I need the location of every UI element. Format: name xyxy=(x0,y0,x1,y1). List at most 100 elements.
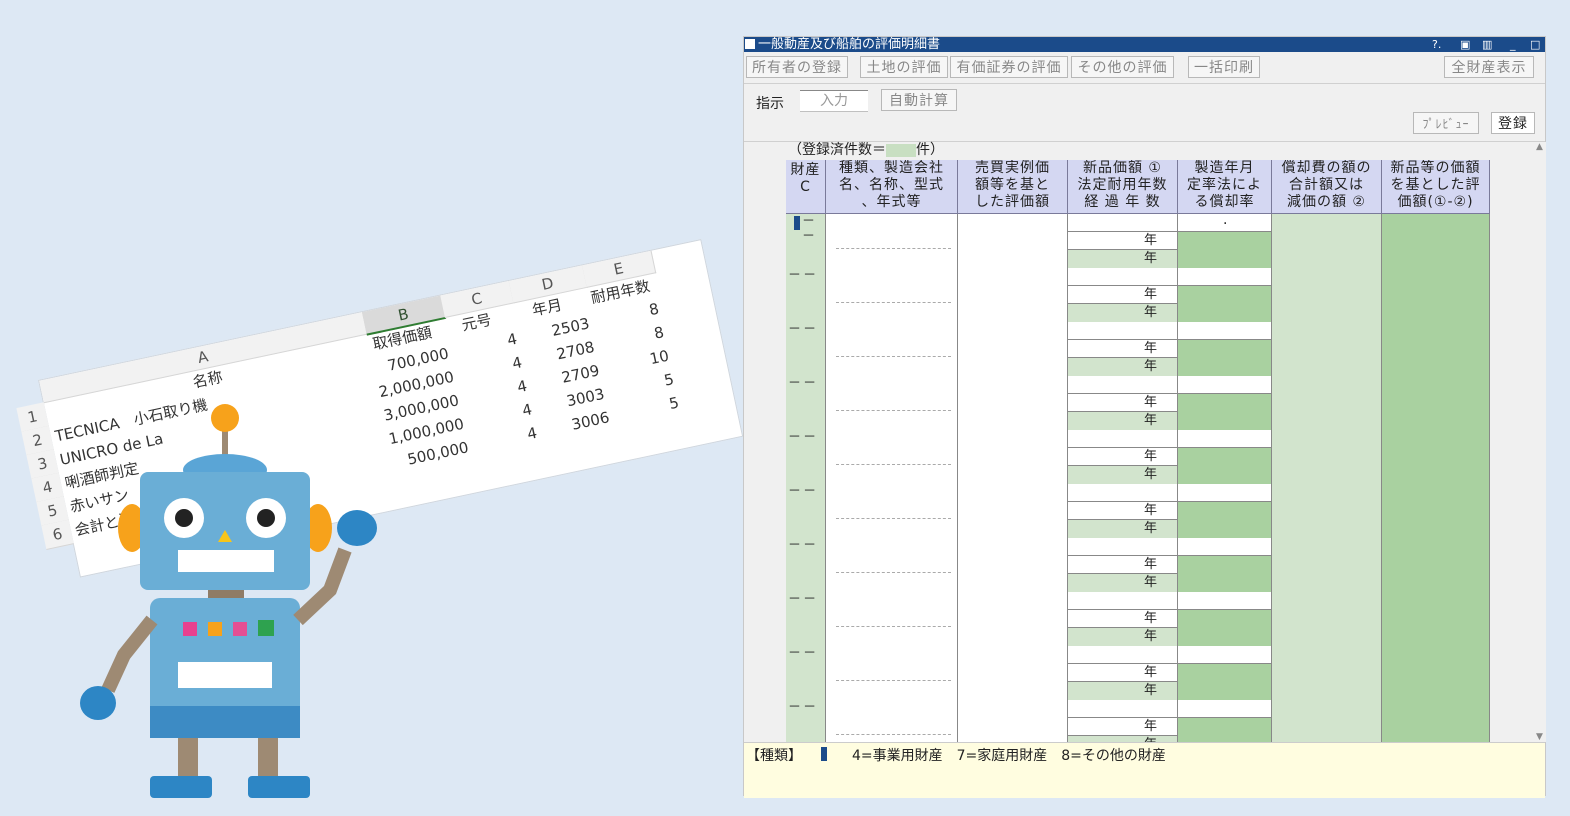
minimize-icon[interactable]: _ xyxy=(1510,37,1516,52)
sale-price-cell[interactable] xyxy=(958,538,1068,592)
type-cell[interactable] xyxy=(826,268,958,322)
new-price-input[interactable] xyxy=(1068,430,1177,448)
table-row: － － 年 年 xyxy=(786,538,1490,592)
mfg-date-input[interactable] xyxy=(1178,592,1271,610)
elapsed-years-input[interactable]: 年 xyxy=(1068,682,1177,700)
useful-life-input[interactable]: 年 xyxy=(1068,448,1177,466)
mfg-date-input[interactable] xyxy=(1178,484,1271,502)
toolbar-divider xyxy=(744,83,1545,84)
mfg-date-input[interactable] xyxy=(1178,322,1271,340)
asset-code-cell[interactable]: － － xyxy=(786,268,826,322)
type-cell[interactable] xyxy=(826,214,958,268)
useful-life-input[interactable]: 年 xyxy=(1068,286,1177,304)
preview-button[interactable]: ﾌﾟﾚﾋﾞｭｰ xyxy=(1413,112,1479,134)
other-evaluation-button[interactable]: その他の評価 xyxy=(1071,56,1174,78)
elapsed-years-unit: 年 xyxy=(1143,359,1157,374)
new-price-cell: 年 年 xyxy=(1068,214,1178,268)
type-cell[interactable] xyxy=(826,646,958,700)
owner-registration-button[interactable]: 所有者の登録 xyxy=(746,56,848,78)
type-cell[interactable] xyxy=(826,592,958,646)
new-price-cell: 年 年 xyxy=(1068,376,1178,430)
useful-life-unit: 年 xyxy=(1143,449,1157,464)
mfg-date-input[interactable] xyxy=(1178,538,1271,556)
table-row: － － 年 年 xyxy=(786,592,1490,646)
help-icon[interactable]: ?. xyxy=(1432,37,1441,52)
elapsed-years-input[interactable]: 年 xyxy=(1068,574,1177,592)
asset-code-cell[interactable]: － － xyxy=(786,214,826,268)
all-assets-button[interactable]: 全財産表示 xyxy=(1444,56,1534,78)
scroll-up-icon[interactable]: ▲ xyxy=(1536,142,1543,152)
elapsed-years-input[interactable]: 年 xyxy=(1068,466,1177,484)
new-price-input[interactable] xyxy=(1068,376,1177,394)
elapsed-years-input[interactable]: 年 xyxy=(1068,250,1177,268)
asset-code-cell[interactable]: － － xyxy=(786,592,826,646)
new-price-input[interactable] xyxy=(1068,646,1177,664)
mfg-date-input[interactable] xyxy=(1178,646,1271,664)
useful-life-input[interactable]: 年 xyxy=(1068,502,1177,520)
maximize-icon[interactable]: □ xyxy=(1530,37,1540,52)
new-price-input[interactable] xyxy=(1068,538,1177,556)
elapsed-years-input[interactable]: 年 xyxy=(1068,358,1177,376)
vertical-scrollbar[interactable]: ▲ ▼ xyxy=(1534,142,1546,742)
type-cell[interactable] xyxy=(826,538,958,592)
elapsed-years-input[interactable]: 年 xyxy=(1068,628,1177,646)
mfg-date-input[interactable] xyxy=(1178,430,1271,448)
mfg-date-input[interactable] xyxy=(1178,376,1271,394)
asset-code-cell[interactable]: － － xyxy=(786,484,826,538)
elapsed-years-input[interactable]: 年 xyxy=(1068,304,1177,322)
instruction-input[interactable]: 入力 xyxy=(800,90,868,112)
asset-code-cell[interactable]: － － xyxy=(786,538,826,592)
mfg-date-input[interactable] xyxy=(1178,268,1271,286)
sale-price-cell[interactable] xyxy=(958,592,1068,646)
type-cell[interactable] xyxy=(826,376,958,430)
new-price-input[interactable] xyxy=(1068,214,1177,232)
asset-code-marker: － － xyxy=(788,322,816,337)
asset-code-cell[interactable]: － － xyxy=(786,430,826,484)
type-cell[interactable] xyxy=(826,484,958,538)
auto-calc-button[interactable]: 自動計算 xyxy=(881,89,957,111)
mfg-date-input[interactable]: . xyxy=(1178,212,1271,232)
sale-price-cell[interactable] xyxy=(958,214,1068,268)
restore-icon[interactable]: ▣ xyxy=(1460,37,1470,52)
new-price-input[interactable] xyxy=(1068,700,1177,718)
sale-price-cell[interactable] xyxy=(958,484,1068,538)
tile-icon[interactable]: ▥ xyxy=(1482,37,1492,52)
useful-life-input[interactable]: 年 xyxy=(1068,556,1177,574)
evaluation-window: 一般動産及び船舶の評価明細書 ?. ▣ ▥ _ □ 所有者の登録 土地の評価 有… xyxy=(743,36,1546,798)
table-row: － － 年 年 xyxy=(786,430,1490,484)
sale-price-cell[interactable] xyxy=(958,376,1068,430)
scroll-down-icon[interactable]: ▼ xyxy=(1536,732,1543,742)
useful-life-input[interactable]: 年 xyxy=(1068,394,1177,412)
securities-evaluation-button[interactable]: 有価証券の評価 xyxy=(950,56,1068,78)
new-price-input[interactable] xyxy=(1068,592,1177,610)
table-row: － － 年 年 xyxy=(786,322,1490,376)
depreciation-rate xyxy=(1178,286,1271,322)
type-cell[interactable] xyxy=(826,322,958,376)
elapsed-years-input[interactable]: 年 xyxy=(1068,412,1177,430)
elapsed-years-input[interactable]: 年 xyxy=(1068,520,1177,538)
instruction-label: 指示 xyxy=(756,96,784,112)
useful-life-input[interactable]: 年 xyxy=(1068,610,1177,628)
bulk-print-button[interactable]: 一括印刷 xyxy=(1188,56,1260,78)
land-evaluation-button[interactable]: 土地の評価 xyxy=(860,56,948,78)
new-price-input[interactable] xyxy=(1068,484,1177,502)
useful-life-input[interactable]: 年 xyxy=(1068,664,1177,682)
asset-code-cell[interactable]: － － xyxy=(786,322,826,376)
asset-code-cell[interactable]: － － xyxy=(786,376,826,430)
mfg-date-cell xyxy=(1178,268,1272,322)
asset-code-cell[interactable]: － － xyxy=(786,646,826,700)
new-price-input[interactable] xyxy=(1068,322,1177,340)
useful-life-input[interactable]: 年 xyxy=(1068,718,1177,736)
type-cell[interactable] xyxy=(826,430,958,484)
sale-price-cell[interactable] xyxy=(958,322,1068,376)
mfg-date-input[interactable] xyxy=(1178,700,1271,718)
useful-life-input[interactable]: 年 xyxy=(1068,340,1177,358)
register-button[interactable]: 登録 xyxy=(1491,112,1535,134)
sale-price-cell[interactable] xyxy=(958,646,1068,700)
sale-price-cell[interactable] xyxy=(958,268,1068,322)
sale-price-cell[interactable] xyxy=(958,430,1068,484)
new-price-input[interactable] xyxy=(1068,268,1177,286)
registered-count-prefix: （登録済件数＝ xyxy=(788,142,886,158)
useful-life-unit: 年 xyxy=(1143,557,1157,572)
useful-life-input[interactable]: 年 xyxy=(1068,232,1177,250)
